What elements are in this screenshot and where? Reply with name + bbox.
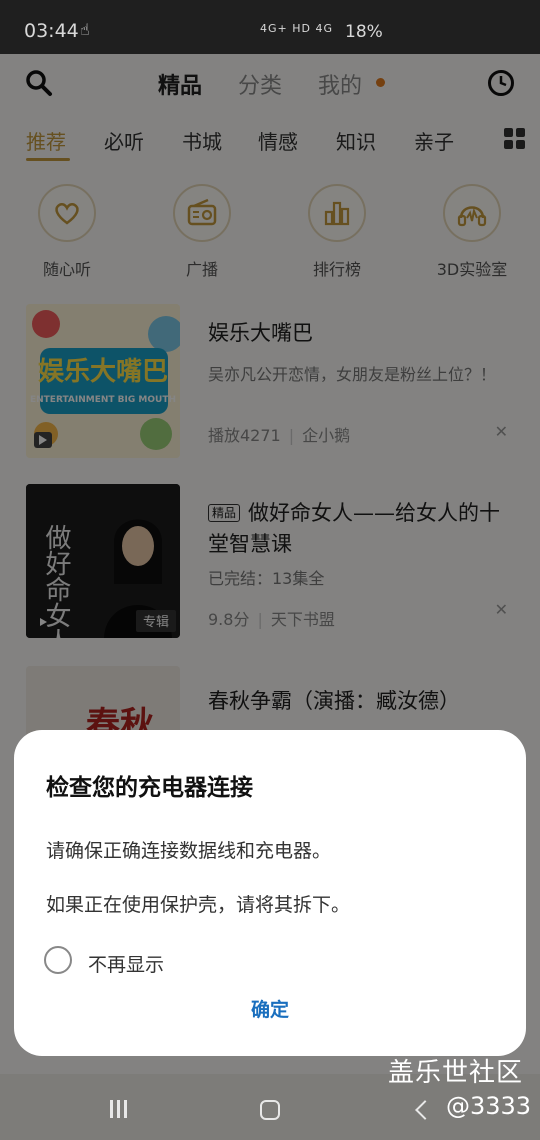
- dont-show-again-label[interactable]: 不再显示: [88, 950, 164, 977]
- status-bar: 03:44 ☝ 4G+ HD 4G 18%: [0, 0, 540, 54]
- confirm-button[interactable]: 确定: [230, 992, 310, 1028]
- dialog-message-2: 如果正在使用保护壳，请将其拆下。: [46, 894, 351, 916]
- watermark-handle: @3333: [446, 1092, 532, 1120]
- dialog-message-1: 请确保正确连接数据线和充电器。: [46, 840, 332, 862]
- recent-apps-icon[interactable]: [110, 1100, 131, 1122]
- gesture-icon: ☝: [80, 20, 90, 39]
- home-icon[interactable]: [260, 1100, 280, 1120]
- back-icon[interactable]: [415, 1100, 435, 1120]
- status-time: 03:44: [24, 20, 79, 42]
- watermark-brand: 盖乐世社区: [388, 1058, 524, 1088]
- dont-show-again-checkbox[interactable]: [44, 946, 72, 974]
- battery-level: 18%: [345, 22, 383, 42]
- network-indicator: 4G+ HD 4G: [260, 22, 333, 35]
- charger-dialog: 检查您的充电器连接 请确保正确连接数据线和充电器。 如果正在使用保护壳，请将其拆…: [14, 730, 526, 1056]
- dialog-title: 检查您的充电器连接: [46, 775, 253, 801]
